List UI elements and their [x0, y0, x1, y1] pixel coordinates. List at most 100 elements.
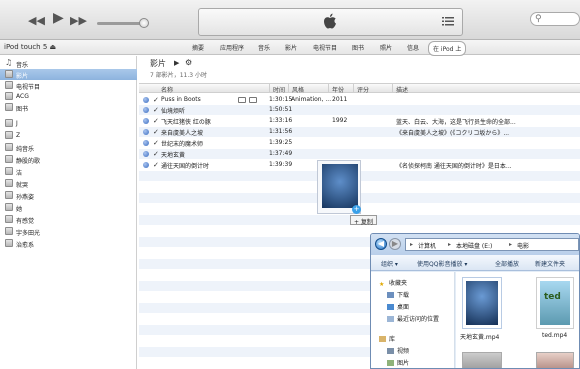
nav-recent-places[interactable]: 最近访问的位置	[387, 314, 439, 323]
checkbox[interactable]: ✓	[153, 116, 159, 126]
sidebar-item-books[interactable]: 图书	[0, 102, 137, 113]
sidebar-item-label: 宇多田光	[16, 230, 41, 237]
music-note-icon: ♫	[5, 58, 13, 67]
checkbox[interactable]: ✓	[153, 95, 159, 105]
breadcrumb-folder[interactable]: 电影	[517, 241, 529, 250]
tab-tv-shows[interactable]: 电视节目	[313, 43, 337, 52]
column-header-name[interactable]: 名称	[161, 85, 173, 94]
cell-name: Puss in Boots	[161, 96, 201, 103]
table-row[interactable]: ✓ 来自虞美人之坡 1:31:56 《来自虞美人之坡》(《コクリコ坂から》...	[139, 127, 580, 137]
nav-label: 视频	[397, 348, 410, 355]
sidebar-item-tv-shows[interactable]: 电视节目	[0, 80, 137, 91]
sidebar-item-playlist-14[interactable]: 宇多田光	[0, 226, 137, 237]
file-name[interactable]: ted.mp4	[542, 332, 567, 339]
movie-icon	[5, 70, 13, 78]
table-row[interactable]: ✓ 飞天红猪侠 红の豚 1:33:16 1992 蓝天、白云、大海，这是飞行员生…	[139, 116, 580, 126]
eject-icon[interactable]: ⏏	[50, 43, 57, 51]
sidebar-item-playlist-12[interactable]: 她	[0, 202, 137, 213]
breadcrumb-drive[interactable]: 本地磁盘 (E:)	[456, 241, 492, 250]
sync-status-icon	[143, 140, 149, 146]
sidebar-item-music[interactable]: ♫ 音乐	[0, 58, 137, 69]
nav-videos[interactable]: 视频	[387, 346, 409, 355]
cell-name: 通往天国的倒计时	[161, 163, 210, 170]
nav-label: 库	[389, 336, 396, 343]
device-name[interactable]: iPod touch 5 ⏏	[4, 43, 56, 51]
sidebar-item-playlist-9[interactable]: 洁	[0, 166, 137, 177]
volume-knob[interactable]	[139, 18, 149, 28]
nav-downloads[interactable]: 下载	[387, 290, 409, 299]
cell-year: 2011	[332, 96, 348, 103]
tab-photos[interactable]: 照片	[380, 43, 392, 52]
breadcrumb-computer[interactable]: 计算机	[418, 241, 436, 250]
table-row[interactable]: ✓ 仙境烦听 1:50:51	[139, 105, 580, 115]
cell-time: 1:33:16	[269, 117, 293, 124]
checkbox[interactable]: ✓	[153, 149, 159, 159]
sidebar-item-playlist-10[interactable]: 就哭	[0, 178, 137, 189]
table-row[interactable]: ✓ 世纪末的魔术师 1:39:25	[139, 138, 580, 148]
nav-favorites[interactable]: ★ 收藏夹	[379, 278, 407, 288]
file-thumbnail[interactable]	[462, 352, 502, 368]
checkbox[interactable]: ✓	[153, 138, 159, 148]
forward-button[interactable]: ▶	[389, 238, 401, 250]
playlist-icon	[5, 203, 13, 211]
nav-libraries[interactable]: 库	[379, 334, 395, 343]
tab-apps[interactable]: 应用程序	[220, 43, 244, 52]
back-button[interactable]: ◀	[375, 238, 387, 250]
sync-status-icon	[143, 97, 149, 103]
checkbox[interactable]: ✓	[153, 160, 159, 170]
tab-summary[interactable]: 摘要	[192, 43, 204, 52]
volume-slider[interactable]	[97, 22, 145, 25]
organize-button[interactable]: 组织 ▾	[381, 259, 398, 268]
cell-time: 1:37:49	[269, 150, 293, 157]
sidebar-item-playlist-8[interactable]: 静股的歌	[0, 154, 137, 165]
play-all-button[interactable]: 全部播放	[495, 259, 519, 268]
playlist-icon	[5, 119, 13, 127]
tab-on-ipod[interactable]: 在 iPod 上	[428, 41, 467, 56]
file-thumbnail[interactable]	[536, 352, 574, 368]
search-input[interactable]: ⚲	[530, 12, 580, 26]
sidebar-item-acg[interactable]: ACG	[0, 91, 137, 102]
tab-music[interactable]: 音乐	[258, 43, 270, 52]
library-icon	[379, 336, 386, 342]
sidebar-item-playlist-11[interactable]: 孙燕姿	[0, 190, 137, 201]
address-bar[interactable]: ▸ 计算机 ▸ 本地磁盘 (E:) ▸ 电影	[405, 238, 579, 251]
fast-forward-icon[interactable]: ▶▶	[70, 15, 87, 26]
sidebar-item-pure-music[interactable]: 纯音乐	[0, 142, 137, 153]
device-name-label: iPod touch 5	[4, 43, 48, 51]
tab-books[interactable]: 图书	[352, 43, 364, 52]
column-header-description[interactable]: 描述	[396, 85, 408, 94]
poster-logo: ted	[544, 292, 561, 302]
sidebar-item-playlist-13[interactable]: 有感觉	[0, 214, 137, 225]
play-icon[interactable]: ▶	[174, 59, 179, 67]
recent-places-icon	[387, 316, 394, 322]
checkbox[interactable]: ✓	[153, 105, 159, 115]
column-header-time[interactable]: 时间	[273, 85, 285, 94]
table-row[interactable]: ✓ 天地玄黄 1:37:49	[139, 149, 580, 159]
nav-desktop[interactable]: 桌面	[387, 302, 409, 311]
list-view-icon[interactable]	[442, 17, 454, 26]
new-folder-button[interactable]: 新建文件夹	[535, 259, 565, 268]
table-row[interactable]: ✓ Puss in Boots 1:30:15 Animation, ... 2…	[139, 95, 580, 105]
sidebar-item-j[interactable]: J	[0, 118, 137, 129]
gear-icon[interactable]: ⚙	[185, 58, 192, 67]
file-thumbnail[interactable]	[462, 277, 502, 329]
sidebar-item-playlist-15[interactable]: 治愈系	[0, 238, 137, 249]
tab-movies[interactable]: 影片	[285, 43, 297, 52]
address-bar-row: ◀ ▶ ▸ 计算机 ▸ 本地磁盘 (E:) ▸ 电影	[371, 234, 579, 255]
column-header-year[interactable]: 年份	[332, 85, 344, 94]
nav-label: 图片	[397, 360, 410, 367]
column-header-genre[interactable]: 风格	[292, 85, 304, 94]
file-explorer-window: ◀ ▶ ▸ 计算机 ▸ 本地磁盘 (E:) ▸ 电影 组织 ▾ 使用QQ影音播放…	[370, 233, 580, 369]
play-icon[interactable]: ▶	[53, 11, 64, 25]
tab-info[interactable]: 信息	[407, 43, 419, 52]
movie-poster	[322, 164, 358, 208]
file-name[interactable]: 天地玄黄.mp4	[460, 332, 499, 341]
nav-pictures[interactable]: 图片	[387, 358, 409, 367]
file-thumbnail[interactable]: ted	[536, 277, 574, 329]
rewind-icon[interactable]: ◀◀	[28, 15, 45, 26]
column-header-rating[interactable]: 评分	[357, 85, 369, 94]
sidebar-item-z[interactable]: Z	[0, 130, 137, 141]
play-with-qq-button[interactable]: 使用QQ影音播放 ▾	[417, 259, 467, 268]
sidebar-item-movies[interactable]: 影片	[0, 69, 137, 80]
checkbox[interactable]: ✓	[153, 127, 159, 137]
